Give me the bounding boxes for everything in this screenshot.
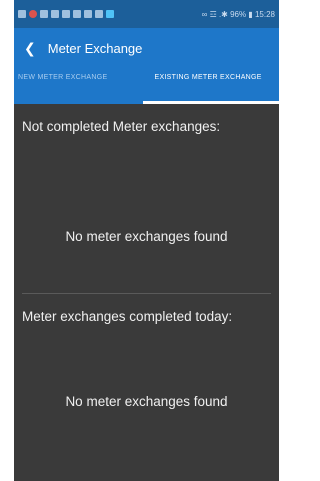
completed-today-empty-message: No meter exchanges found (65, 394, 228, 410)
notification-icons (18, 10, 114, 18)
status-text: ∞ ☲ .✱ 96% ▮ 15:28 (201, 9, 275, 19)
not-completed-empty-message: No meter exchanges found (65, 229, 228, 245)
tab-new-meter-exchange[interactable]: NEW METER EXCHANGE (14, 68, 143, 104)
tab-existing-meter-exchange[interactable]: EXISTING METER EXCHANGE (142, 68, 280, 104)
status-bar: ∞ ☲ .✱ 96% ▮ 15:28 (14, 0, 279, 28)
image-icon (95, 10, 103, 18)
not-completed-heading: Not completed Meter exchanges: (22, 119, 221, 134)
arrow-left-icon[interactable]: ❮ (24, 41, 36, 55)
status-right: ∞ ☲ .✱ 96% ▮ 15:28 (202, 10, 275, 19)
page-title: Meter Exchange (47, 40, 143, 56)
download-icon (84, 10, 92, 18)
calendar-icon (73, 10, 81, 18)
alert-icon (29, 10, 37, 18)
message-icon (40, 10, 48, 18)
phone-screen: ∞ ☲ .✱ 96% ▮ 15:28 ❮ Meter Exchange NEW … (14, 0, 279, 481)
tab-bar: NEW METER EXCHANGE EXISTING METER EXCHAN… (14, 68, 279, 104)
mail-icon (62, 10, 70, 18)
sync-icon (51, 10, 59, 18)
app-bar: ❮ Meter Exchange (14, 28, 279, 68)
app-icon (106, 10, 114, 18)
completed-today-heading: Meter exchanges completed today: (22, 309, 233, 325)
notification-icon (18, 10, 26, 18)
